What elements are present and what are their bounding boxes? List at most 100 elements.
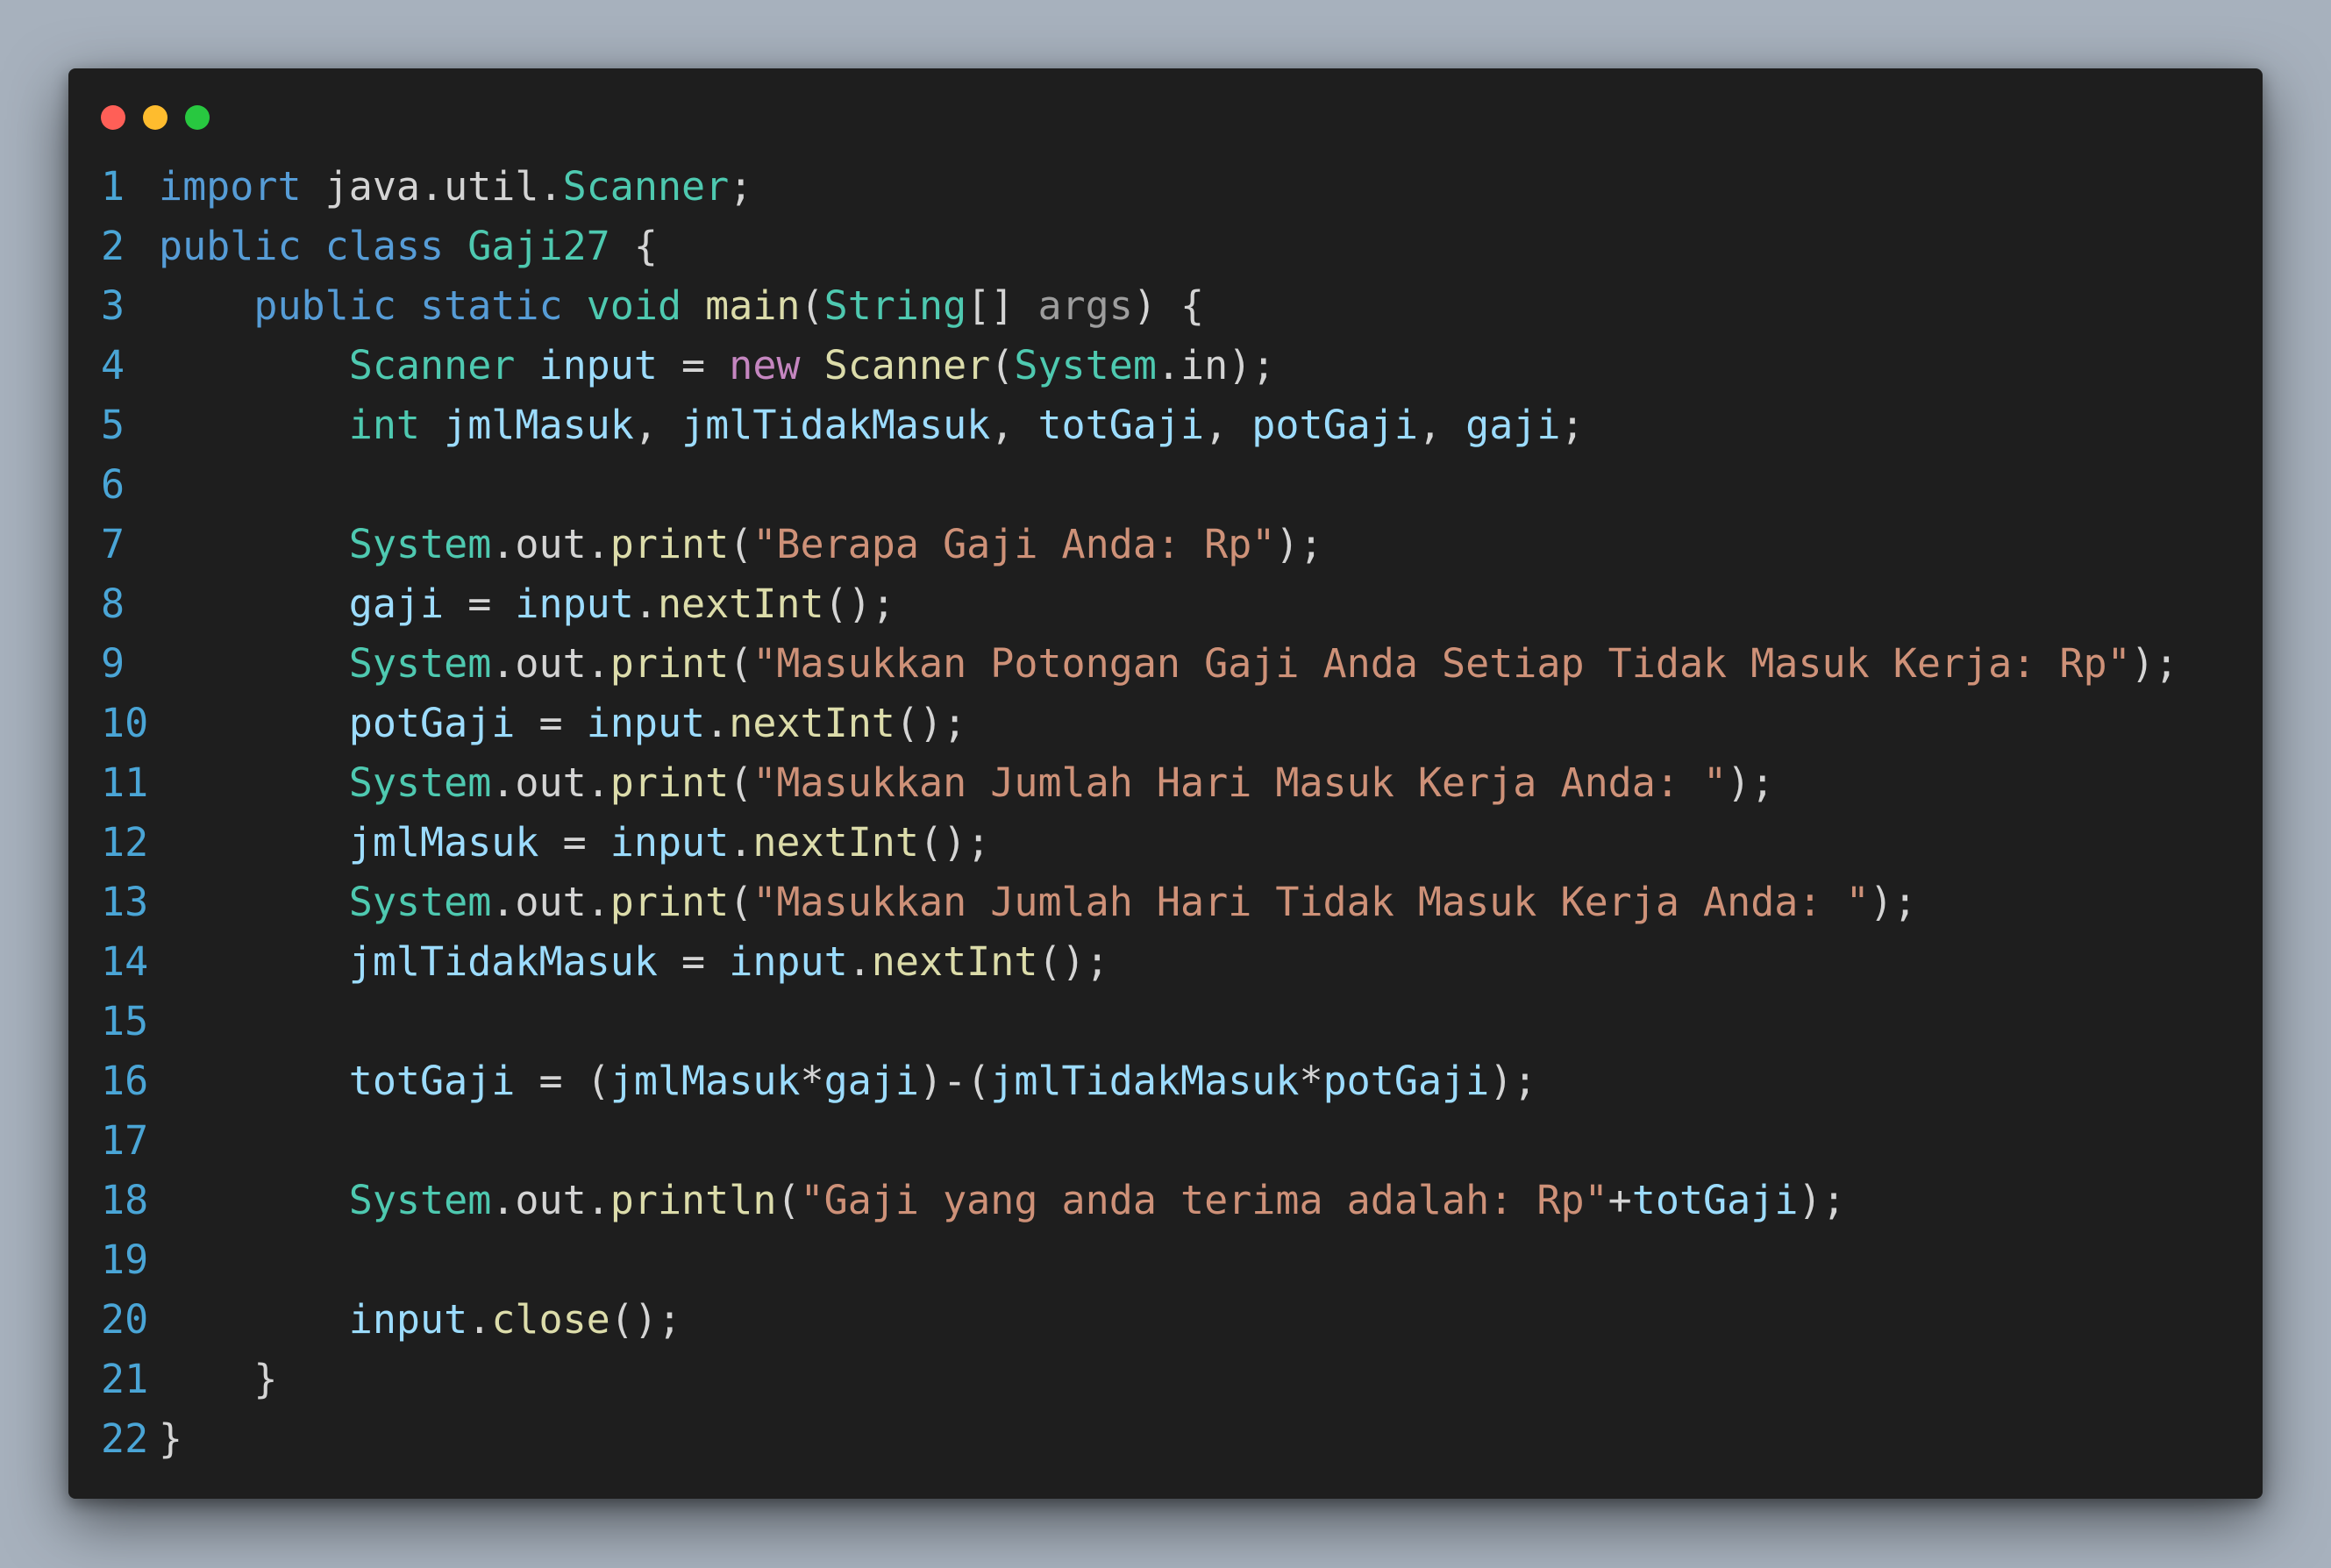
line-number: 15	[101, 998, 149, 1044]
code-line: 17	[68, 1111, 2263, 1171]
line-number: 2	[101, 223, 125, 269]
code-token: totGaji	[1631, 1177, 1799, 1223]
code-token: }	[253, 1356, 278, 1402]
code-token: "Masukkan Jumlah Hari Tidak Masuk Kerja …	[752, 879, 1870, 925]
code-token: Scanner	[823, 342, 991, 388]
code-token: {	[609, 223, 658, 269]
code-token: input	[729, 938, 848, 985]
line-number: 20	[101, 1296, 149, 1343]
code-token: "Berapa Gaji Anda: Rp"	[752, 521, 1276, 567]
code-token: input	[538, 342, 658, 388]
code-token: );	[2130, 640, 2178, 687]
code-token: =	[657, 342, 730, 388]
line-source: totGaji = (jmlMasuk*gaji)-(jmlTidakMasuk…	[159, 1051, 2263, 1111]
code-token: new	[729, 342, 801, 388]
maximize-dot-icon[interactable]	[185, 105, 210, 130]
code-line: 4 Scanner input = new Scanner(System.in)…	[68, 336, 2263, 396]
code-window: 1 import java.util.Scanner; 2 public class …	[68, 68, 2263, 1499]
code-token: (	[729, 640, 753, 687]
code-token: args	[1037, 282, 1133, 329]
code-token: =	[657, 938, 730, 985]
code-line: 22}	[68, 1409, 2263, 1469]
code-token: input	[515, 581, 634, 627]
line-source: }	[159, 1409, 2263, 1469]
code-line: 16 totGaji = (jmlMasuk*gaji)-(jmlTidakMa…	[68, 1051, 2263, 1111]
code-line: 21 }	[68, 1350, 2263, 1409]
code-token: int	[348, 402, 421, 448]
line-source: System.out.print("Masukkan Jumlah Hari M…	[159, 753, 2263, 813]
line-source: }	[159, 1350, 2263, 1409]
code-token: close	[491, 1296, 610, 1343]
code-token: potGaji	[1251, 402, 1418, 448]
code-token: System	[348, 640, 492, 687]
code-line: 8 gaji = input.nextInt();	[68, 574, 2263, 634]
code-token: ,	[1204, 402, 1252, 448]
code-token: .	[729, 819, 753, 866]
code-token: );	[1275, 521, 1323, 567]
line-number: 13	[101, 879, 149, 925]
line-source: input.close();	[159, 1290, 2263, 1350]
code-token: String	[823, 282, 967, 329]
code-token: import	[159, 163, 302, 210]
line-number: 3	[101, 282, 125, 329]
line-source: jmlMasuk = input.nextInt();	[159, 813, 2263, 873]
line-number: 11	[101, 759, 149, 806]
code-token: .in);	[1156, 342, 1276, 388]
code-line: 7 System.out.print("Berapa Gaji Anda: Rp…	[68, 515, 2263, 574]
code-token: java.util.	[301, 163, 563, 210]
code-token: nextInt	[871, 938, 1038, 985]
code-token: =	[444, 581, 516, 627]
code-token: ,	[1417, 402, 1466, 448]
code-token: totGaji	[348, 1058, 516, 1104]
line-number: 12	[101, 819, 149, 866]
code-token: *	[800, 1058, 824, 1104]
code-line: 19	[68, 1230, 2263, 1290]
code-token: "Masukkan Jumlah Hari Masuk Kerja Anda: …	[752, 759, 1728, 806]
code-line: 15	[68, 992, 2263, 1051]
line-source: System.out.print("Berapa Gaji Anda: Rp")…	[159, 515, 2263, 574]
line-number: 1	[101, 163, 125, 210]
code-token: .out.	[491, 879, 610, 925]
minimize-dot-icon[interactable]	[143, 105, 168, 130]
line-source: System.out.print("Masukkan Jumlah Hari T…	[159, 873, 2263, 932]
code-token: print	[609, 640, 730, 687]
code-token: void	[586, 282, 682, 329]
line-number: 4	[101, 342, 125, 388]
code-token: print	[609, 521, 730, 567]
code-token: System	[1014, 342, 1157, 388]
screenshot-background: { "window": { "buttons": [ {"name": "clo…	[0, 0, 2331, 1568]
line-number: 8	[101, 581, 125, 627]
code-token: Gaji27	[467, 223, 610, 269]
code-line: 11 System.out.print("Masukkan Jumlah Har…	[68, 753, 2263, 813]
code-token: potGaji	[1322, 1058, 1490, 1104]
code-token: );	[1798, 1177, 1846, 1223]
code-token: input	[348, 1296, 468, 1343]
code-token: ();	[823, 581, 895, 627]
code-token: (	[729, 521, 753, 567]
code-token: print	[609, 759, 730, 806]
line-number: 19	[101, 1237, 149, 1283]
code-line: 3 public static void main(String[] args)…	[68, 276, 2263, 336]
code-line: 14 jmlTidakMasuk = input.nextInt();	[68, 932, 2263, 992]
code-token: public	[159, 223, 302, 269]
code-token: .out.	[491, 1177, 610, 1223]
line-source	[159, 1230, 2263, 1290]
code-token: (	[729, 879, 753, 925]
line-number: 6	[101, 461, 125, 508]
code-token: input	[586, 700, 706, 746]
close-dot-icon[interactable]	[101, 105, 125, 130]
code-line: 18 System.out.println("Gaji yang anda te…	[68, 1171, 2263, 1230]
code-token: potGaji	[348, 700, 516, 746]
code-token: (	[729, 759, 753, 806]
